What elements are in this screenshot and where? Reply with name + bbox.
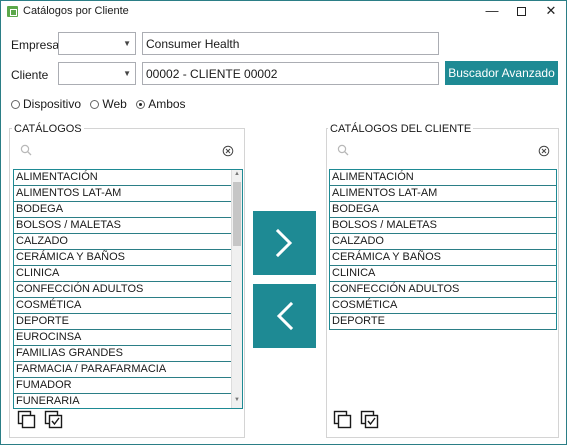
client-catalogs-list[interactable]: ALIMENTACIÓN ALIMENTOS LAT-AM BODEGA BOLSOS…	[329, 169, 557, 330]
select-all-icon[interactable]	[360, 410, 380, 430]
radio-dot	[11, 100, 20, 109]
deselect-all-icon[interactable]	[333, 410, 353, 430]
close-button[interactable]: ✕	[536, 1, 566, 23]
list-item[interactable]: BODEGA	[14, 202, 242, 218]
remove-from-client-button[interactable]	[253, 284, 316, 348]
add-to-client-button[interactable]	[253, 211, 316, 275]
search-icon	[20, 144, 32, 156]
list-item[interactable]: DEPORTE	[14, 314, 242, 330]
catalogs-search[interactable]	[16, 143, 238, 163]
list-item[interactable]: CALZADO	[14, 234, 242, 250]
list-item[interactable]: CONFECCIÓN ADULTOS	[330, 282, 556, 298]
list-item[interactable]: BODEGA	[330, 202, 556, 218]
list-item[interactable]: FUNERARIA	[14, 394, 242, 408]
title-bar: Catálogos por Cliente — ✕	[1, 1, 566, 23]
catalogs-panel: ALIMENTACIÓN ALIMENTOS LAT-AM BODEGA BOLSOS…	[9, 128, 245, 438]
scroll-up-icon[interactable]: ▲	[233, 171, 241, 181]
list-item[interactable]: FARMACIA / PARAFARMACIA	[14, 362, 242, 378]
window-title: Catálogos por Cliente	[23, 5, 129, 17]
chevron-left-icon	[276, 301, 294, 331]
list-item[interactable]: ALIMENTACIÓN	[14, 170, 242, 186]
radio-dispositivo[interactable]: Dispositivo	[11, 97, 81, 111]
clear-search-icon[interactable]	[222, 145, 234, 157]
radio-label: Ambos	[148, 97, 186, 111]
radio-label: Dispositivo	[23, 97, 82, 111]
radio-label: Web	[102, 97, 127, 111]
deselect-all-icon[interactable]	[17, 410, 37, 430]
catalogs-scrollbar[interactable]: ▲ ▼	[231, 170, 242, 408]
list-item[interactable]: CALZADO	[330, 234, 556, 250]
radio-dot	[90, 100, 100, 109]
list-item[interactable]: ALIMENTOS LAT-AM	[14, 186, 242, 202]
scroll-thumb[interactable]	[233, 182, 241, 246]
app-icon	[7, 6, 18, 17]
client-catalogs-search[interactable]	[333, 143, 554, 163]
list-item[interactable]: COSMÉTICA	[14, 298, 242, 314]
list-item[interactable]: BOLSOS / MALETAS	[330, 218, 556, 234]
maximize-button[interactable]	[506, 1, 536, 23]
list-item[interactable]: CONFECCIÓN ADULTOS	[14, 282, 242, 298]
radio-ambos[interactable]: Ambos	[136, 97, 186, 111]
empresa-label: Empresa	[11, 38, 60, 52]
list-item[interactable]: CERÁMICA Y BAÑOS	[330, 250, 556, 266]
list-item[interactable]: FAMILIAS GRANDES	[14, 346, 242, 362]
cliente-combo[interactable]: ▼	[58, 62, 136, 85]
empresa-name-field[interactable]: Consumer Health	[142, 32, 439, 55]
empresa-combo[interactable]: ▼	[58, 32, 136, 55]
catalogos-window: Catálogos por Cliente — ✕ Empresa ▼ Cons…	[0, 0, 567, 445]
list-item[interactable]: ALIMENTOS LAT-AM	[330, 186, 556, 202]
chevron-down-icon: ▼	[123, 69, 131, 78]
list-item[interactable]: CERÁMICA Y BAÑOS	[14, 250, 242, 266]
list-item[interactable]: BOLSOS / MALETAS	[14, 218, 242, 234]
list-item[interactable]: DEPORTE	[330, 314, 556, 330]
radio-web[interactable]: Web	[90, 97, 127, 111]
scroll-down-icon[interactable]: ▼	[233, 397, 241, 407]
chevron-right-icon	[275, 228, 293, 258]
clear-search-icon[interactable]	[538, 145, 550, 157]
list-item[interactable]: COSMÉTICA	[330, 298, 556, 314]
catalogs-title: CATÁLOGOS	[12, 123, 84, 135]
list-item[interactable]: EUROCINSA	[14, 330, 242, 346]
catalogs-list[interactable]: ALIMENTACIÓN ALIMENTOS LAT-AM BODEGA BOLSOS…	[13, 169, 243, 409]
platform-filter: Dispositivo Web Ambos	[11, 97, 192, 111]
maximize-icon	[516, 7, 526, 17]
list-item[interactable]: FUMADOR	[14, 378, 242, 394]
cliente-label: Cliente	[11, 68, 49, 82]
list-item[interactable]: CLINICA	[14, 266, 242, 282]
client-catalogs-title: CATÁLOGOS DEL CLIENTE	[328, 123, 474, 135]
cliente-name-field[interactable]: 00002 - CLIENTE 00002	[142, 62, 439, 85]
select-all-icon[interactable]	[44, 410, 64, 430]
list-item[interactable]: ALIMENTACIÓN	[330, 170, 556, 186]
client-catalogs-panel: ALIMENTACIÓN ALIMENTOS LAT-AM BODEGA BOLSOS…	[326, 128, 559, 438]
minimize-button[interactable]: —	[477, 1, 507, 23]
search-icon	[337, 144, 349, 156]
radio-dot	[136, 100, 146, 109]
chevron-down-icon: ▼	[123, 39, 131, 48]
advanced-search-button[interactable]: Buscador Avanzado	[445, 61, 558, 85]
list-item[interactable]: CLINICA	[330, 266, 556, 282]
